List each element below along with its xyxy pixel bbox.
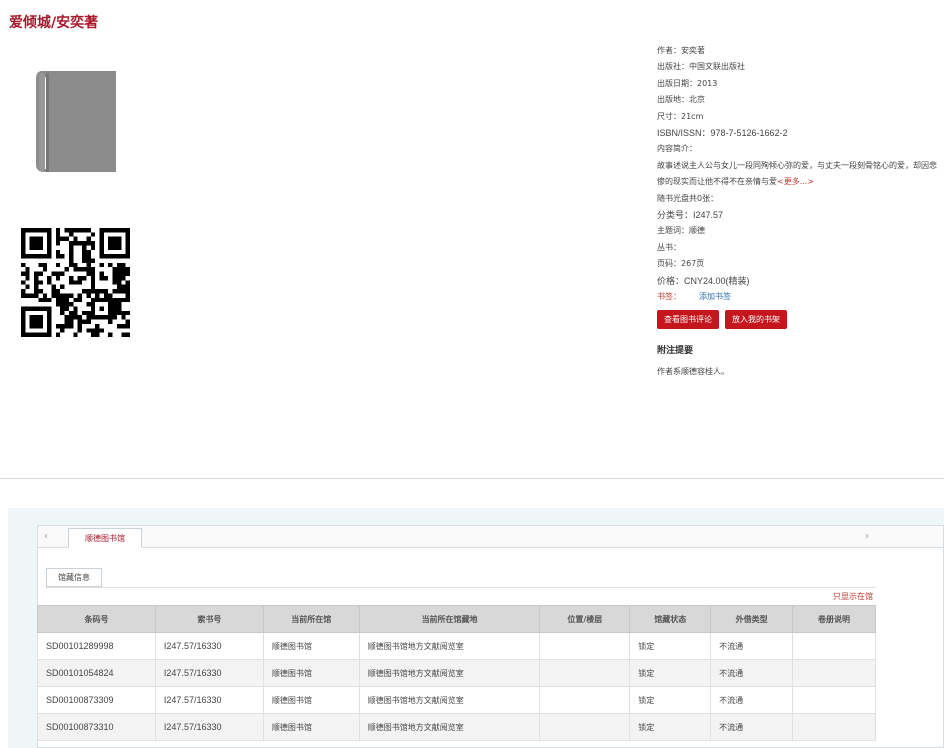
table-cell: SD00101054824 bbox=[37, 659, 156, 687]
table-cell: 不流通 bbox=[710, 632, 794, 660]
table-cell: 顺德图书馆地方文献阅览室 bbox=[358, 713, 541, 741]
table-row: SD00100873310 I247.57/16330 顺德图书馆 顺德图书馆地… bbox=[37, 713, 876, 741]
view-reviews-button[interactable]: 查看图书评论 bbox=[657, 310, 719, 330]
tab-library[interactable]: 顺德图书馆 bbox=[68, 528, 142, 548]
series-field: 丛书： bbox=[657, 242, 681, 252]
table-cell: SD00100873310 bbox=[37, 713, 156, 741]
table-cell: I247.57/16330 bbox=[154, 632, 264, 660]
more-link[interactable]: <更多...> bbox=[777, 177, 814, 186]
table-cell: SD00100873309 bbox=[37, 686, 156, 714]
table-row: SD00100873309 I247.57/16330 顺德图书馆 顺德图书馆地… bbox=[37, 686, 876, 714]
table-row: SD00101289998 I247.57/16330 顺德图书馆 顺德图书馆地… bbox=[37, 632, 876, 660]
column-header: 当前所在馆 bbox=[262, 605, 360, 633]
table-cell bbox=[792, 659, 876, 687]
qr-code-icon bbox=[21, 228, 130, 337]
table-cell: 顺德图书馆地方文献阅览室 bbox=[358, 632, 541, 660]
isbn-field: ISBN/ISSN：978-7-5126-1662-2 bbox=[657, 127, 788, 138]
table-cell: 顺德图书馆 bbox=[262, 632, 360, 660]
summary-text: 故事述说主人公与女儿一段同殉倾心弥的爱，与丈夫一段刻骨铭心的爱，却因悲惨的现实而… bbox=[657, 158, 937, 191]
column-header: 条码号 bbox=[37, 605, 156, 633]
author-field: 作者：安奕著 bbox=[657, 46, 705, 55]
table-cell bbox=[792, 632, 876, 660]
table-cell: 不流通 bbox=[710, 713, 794, 741]
column-header: 卷册说明 bbox=[792, 605, 876, 633]
classification-field: 分类号：I247.57 bbox=[657, 209, 724, 220]
table-cell bbox=[539, 632, 631, 660]
summary-label: 内容简介： bbox=[657, 144, 697, 154]
table-cell: 顺德图书馆地方文献阅览室 bbox=[358, 686, 541, 714]
table-cell bbox=[539, 659, 631, 687]
publisher-field: 出版社：中国文联出版社 bbox=[657, 62, 745, 72]
table-header-row: 条码号 索书号 当前所在馆 当前所在馆藏地 位置/楼层 馆藏状态 外借类型 卷册… bbox=[37, 605, 876, 633]
table-cell: 顺德图书馆地方文献阅览室 bbox=[358, 659, 541, 687]
section-divider bbox=[0, 478, 944, 479]
pub-place-field: 出版地：北京 bbox=[657, 95, 705, 105]
chevron-right-icon[interactable]: › bbox=[865, 531, 869, 542]
pub-date-field: 出版日期：2013 bbox=[657, 78, 718, 88]
table-cell: 不流通 bbox=[710, 659, 794, 687]
action-buttons: 查看图书评论 放入我的书架 bbox=[657, 310, 937, 330]
column-header: 外借类型 bbox=[710, 605, 794, 633]
table-cell: 顺德图书馆 bbox=[262, 659, 360, 687]
tags-label: 书签： bbox=[657, 291, 681, 301]
book-title: 爱倾城/安奕著 bbox=[9, 15, 99, 31]
table-cell bbox=[539, 686, 631, 714]
column-header: 位置/楼层 bbox=[539, 605, 631, 633]
column-header: 当前所在馆藏地 bbox=[358, 605, 541, 633]
library-tab-bar: ‹ › bbox=[37, 525, 944, 548]
table-cell: I247.57/16330 bbox=[154, 659, 264, 687]
column-header: 索书号 bbox=[154, 605, 264, 633]
table-cell: 不流通 bbox=[710, 686, 794, 714]
table-cell bbox=[792, 713, 876, 741]
table-cell: 顺德图书馆 bbox=[262, 713, 360, 741]
table-cell: 锁定 bbox=[629, 713, 712, 741]
notes-heading: 附注提要 bbox=[657, 346, 694, 357]
table-row: SD00101054824 I247.57/16330 顺德图书馆 顺德图书馆地… bbox=[37, 659, 876, 687]
price-field: 价格：CNY24.00(精装) bbox=[657, 275, 750, 286]
table-cell: 锁定 bbox=[629, 659, 712, 687]
table-cell: 锁定 bbox=[629, 686, 712, 714]
table-cell: I247.57/16330 bbox=[154, 686, 264, 714]
column-header: 馆藏状态 bbox=[629, 605, 712, 633]
table-cell bbox=[792, 686, 876, 714]
table-cell: 顺德图书馆 bbox=[262, 686, 360, 714]
pages-field: 页码：267页 bbox=[657, 259, 705, 269]
add-tag-link[interactable]: 添加书签 bbox=[699, 292, 731, 301]
book-icon bbox=[36, 71, 116, 172]
only-show-available-link[interactable]: 只显示在馆 bbox=[833, 591, 873, 602]
tags-row: 书签： 添加书签 bbox=[657, 289, 937, 305]
tab-holdings-info[interactable]: 馆藏信息 bbox=[46, 568, 102, 587]
chevron-left-icon[interactable]: ‹ bbox=[44, 531, 48, 542]
book-info: 作者：安奕著 出版社：中国文联出版社 出版日期：2013 出版地：北京 尺寸：2… bbox=[657, 43, 937, 377]
holdings-table: 条码号 索书号 当前所在馆 当前所在馆藏地 位置/楼层 馆藏状态 外借类型 卷册… bbox=[37, 605, 876, 741]
notes-text: 作者系顺德容桂人。 bbox=[657, 367, 729, 377]
add-to-shelf-button[interactable]: 放入我的书架 bbox=[725, 310, 787, 330]
subtab-divider bbox=[46, 587, 876, 588]
table-cell: 锁定 bbox=[629, 632, 712, 660]
size-field: 尺寸：21cm bbox=[657, 111, 704, 121]
table-cell bbox=[539, 713, 631, 741]
table-cell: SD00101289998 bbox=[37, 632, 156, 660]
subject-field: 主题词：顺德 bbox=[657, 226, 705, 236]
table-cell: I247.57/16330 bbox=[154, 713, 264, 741]
attachments-field: 随书光盘共0张： bbox=[657, 193, 719, 203]
